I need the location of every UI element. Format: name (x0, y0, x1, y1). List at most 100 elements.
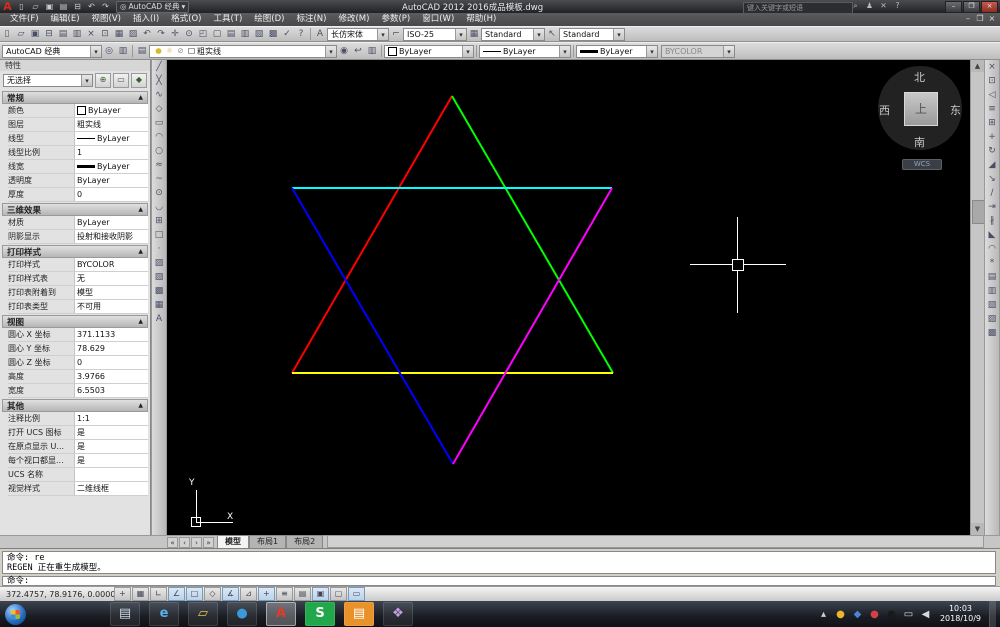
tray-360-icon[interactable]: ● (834, 608, 847, 621)
layer-lock-icon[interactable]: ⊘ (175, 46, 186, 56)
selection-dropdown[interactable]: 无选择 ▾ (3, 74, 93, 87)
property-value[interactable]: BYCOLOR (74, 258, 148, 271)
circle-icon[interactable]: ○ (152, 144, 166, 158)
property-value[interactable]: ByLayer (74, 216, 148, 229)
horizontal-scrollbar[interactable] (327, 535, 984, 548)
layer-previous-icon[interactable]: ↩ (351, 45, 365, 58)
draworder-above-icon[interactable]: ▧ (985, 298, 999, 312)
rotate-icon[interactable]: ↻ (985, 144, 999, 158)
tray-volume-icon[interactable]: ◀ (919, 608, 932, 621)
section-header[interactable]: 其他 ▲ (2, 399, 148, 412)
show-desktop-button[interactable] (989, 601, 996, 627)
ducs-toggle[interactable]: ⊿ (240, 587, 257, 601)
viewcube-north-label[interactable]: 北 (914, 69, 925, 85)
markup-icon[interactable]: ✓ (280, 28, 294, 41)
paste-icon[interactable]: ▦ (112, 28, 126, 41)
designcenter-icon[interactable]: ▥ (238, 28, 252, 41)
ellipse-icon[interactable]: ⊙ (152, 186, 166, 200)
layer-freeze-sun-icon[interactable]: ☼ (164, 46, 175, 56)
property-value[interactable]: 1:1 (74, 412, 148, 425)
draworder-under-icon[interactable]: ▨ (985, 312, 999, 326)
taskbar-ie[interactable]: e (149, 602, 179, 626)
menu-file[interactable]: 文件(F) (4, 13, 45, 26)
otrack-toggle[interactable]: ∡ (222, 587, 239, 601)
doc-restore-button[interactable]: ❐ (975, 14, 985, 23)
autocad-logo-icon[interactable]: A (0, 0, 15, 13)
property-value[interactable]: 371.1133 (74, 328, 148, 341)
selectioncycling-toggle[interactable]: ▢ (330, 587, 347, 601)
property-value[interactable]: ByLayer (74, 132, 148, 145)
search-input[interactable]: 键入关键字或短语 (743, 1, 853, 14)
layer-color-swatch-icon[interactable]: □ (186, 46, 197, 56)
ellipse-arc-icon[interactable]: ◡ (152, 200, 166, 214)
quickprops-toggle[interactable]: ▣ (312, 587, 329, 601)
chevron-down-icon[interactable]: ▾ (559, 45, 570, 57)
mirror-icon[interactable]: ◁ (985, 88, 999, 102)
rectangle-icon[interactable]: ▭ (152, 116, 166, 130)
zoom-window-icon[interactable]: ◰ (196, 28, 210, 41)
workspace-switcher[interactable]: ◎ AutoCAD 经典 ▾ (116, 0, 190, 13)
layer-properties-icon[interactable]: ▤ (135, 45, 149, 58)
taskbar-game[interactable]: ❖ (383, 602, 413, 626)
make-block-icon[interactable]: □ (152, 228, 166, 242)
palette-title[interactable]: 特性 (0, 60, 150, 71)
redo-icon[interactable]: ↷ (154, 28, 168, 41)
plot-icon[interactable]: ⊟ (71, 1, 84, 12)
tab-next-icon[interactable]: › (191, 537, 202, 548)
text-style-dropdown[interactable]: 长仿宋体 ▾ (327, 27, 389, 41)
property-value[interactable]: 无 (74, 272, 148, 285)
doc-minimize-button[interactable]: – (963, 14, 973, 23)
menu-window[interactable]: 窗口(W) (416, 13, 460, 26)
quick-select-icon[interactable]: ◆ (131, 73, 147, 88)
saveas-icon[interactable]: ▤ (57, 1, 70, 12)
taskbar-browser[interactable]: ● (227, 602, 257, 626)
green-line[interactable] (451, 95, 614, 374)
workspace-settings-icon[interactable]: ◎ (102, 45, 116, 58)
minimize-button[interactable]: – (945, 1, 962, 13)
layer-match-icon[interactable]: ▥ (365, 45, 379, 58)
doc-close-button[interactable]: × (987, 14, 997, 23)
fillet-icon[interactable]: ◠ (985, 242, 999, 256)
vertical-scrollbar[interactable]: ▲ ▼ (970, 60, 984, 535)
tab-layout1[interactable]: 布局1 (249, 535, 287, 548)
red-line[interactable] (291, 95, 453, 374)
magenta-line[interactable] (452, 187, 613, 465)
dim-style-dropdown[interactable]: ISO-25 ▾ (403, 27, 467, 41)
taskbar-folder[interactable]: ▱ (188, 602, 218, 626)
array-icon[interactable]: ⊞ (985, 116, 999, 130)
lineweight-dropdown[interactable]: ByLayer ▾ (576, 44, 658, 58)
extend-icon[interactable]: ⇥ (985, 200, 999, 214)
cut-icon[interactable]: × (84, 28, 98, 41)
tab-last-icon[interactable]: » (203, 537, 214, 548)
collapse-icon[interactable]: ▲ (138, 94, 143, 101)
menu-modify[interactable]: 修改(M) (332, 13, 375, 26)
tray-qq-icon[interactable]: ● (885, 608, 898, 621)
mleader-style-icon[interactable]: ↖ (545, 28, 559, 41)
mtext-icon[interactable]: A (152, 312, 166, 326)
polar-toggle[interactable]: ∠ (168, 587, 185, 601)
move-icon[interactable]: + (985, 130, 999, 144)
redo-icon[interactable]: ↷ (99, 1, 112, 12)
scroll-down-icon[interactable]: ▼ (971, 523, 984, 535)
close-button[interactable]: × (981, 1, 998, 13)
zoom-previous-icon[interactable]: ▢ (210, 28, 224, 41)
signin-user-icon[interactable]: ♟ (864, 1, 875, 11)
insert-block-icon[interactable]: ⊞ (152, 214, 166, 228)
make-object-layer-current-icon[interactable]: ◉ (337, 45, 351, 58)
stretch-icon[interactable]: ↘ (985, 172, 999, 186)
tray-display-icon[interactable]: ▭ (902, 608, 915, 621)
exchange-icon[interactable]: ✕ (878, 1, 889, 11)
match-properties-icon[interactable]: ▨ (126, 28, 140, 41)
property-value[interactable]: 投射和接收阴影 (74, 230, 148, 243)
tpy-toggle[interactable]: ▤ (294, 587, 311, 601)
scrollbar-thumb[interactable] (972, 200, 984, 224)
property-value[interactable]: 是 (74, 426, 148, 439)
menu-draw[interactable]: 绘图(D) (248, 13, 290, 26)
grid-toggle[interactable]: ▦ (132, 587, 149, 601)
start-button[interactable] (5, 603, 26, 625)
property-value[interactable]: 0 (74, 356, 148, 369)
property-value[interactable]: 6.5503 (74, 384, 148, 397)
polygon-icon[interactable]: ◇ (152, 102, 166, 116)
property-value[interactable]: 不可用 (74, 300, 148, 313)
maximize-button[interactable]: ❐ (963, 1, 980, 13)
